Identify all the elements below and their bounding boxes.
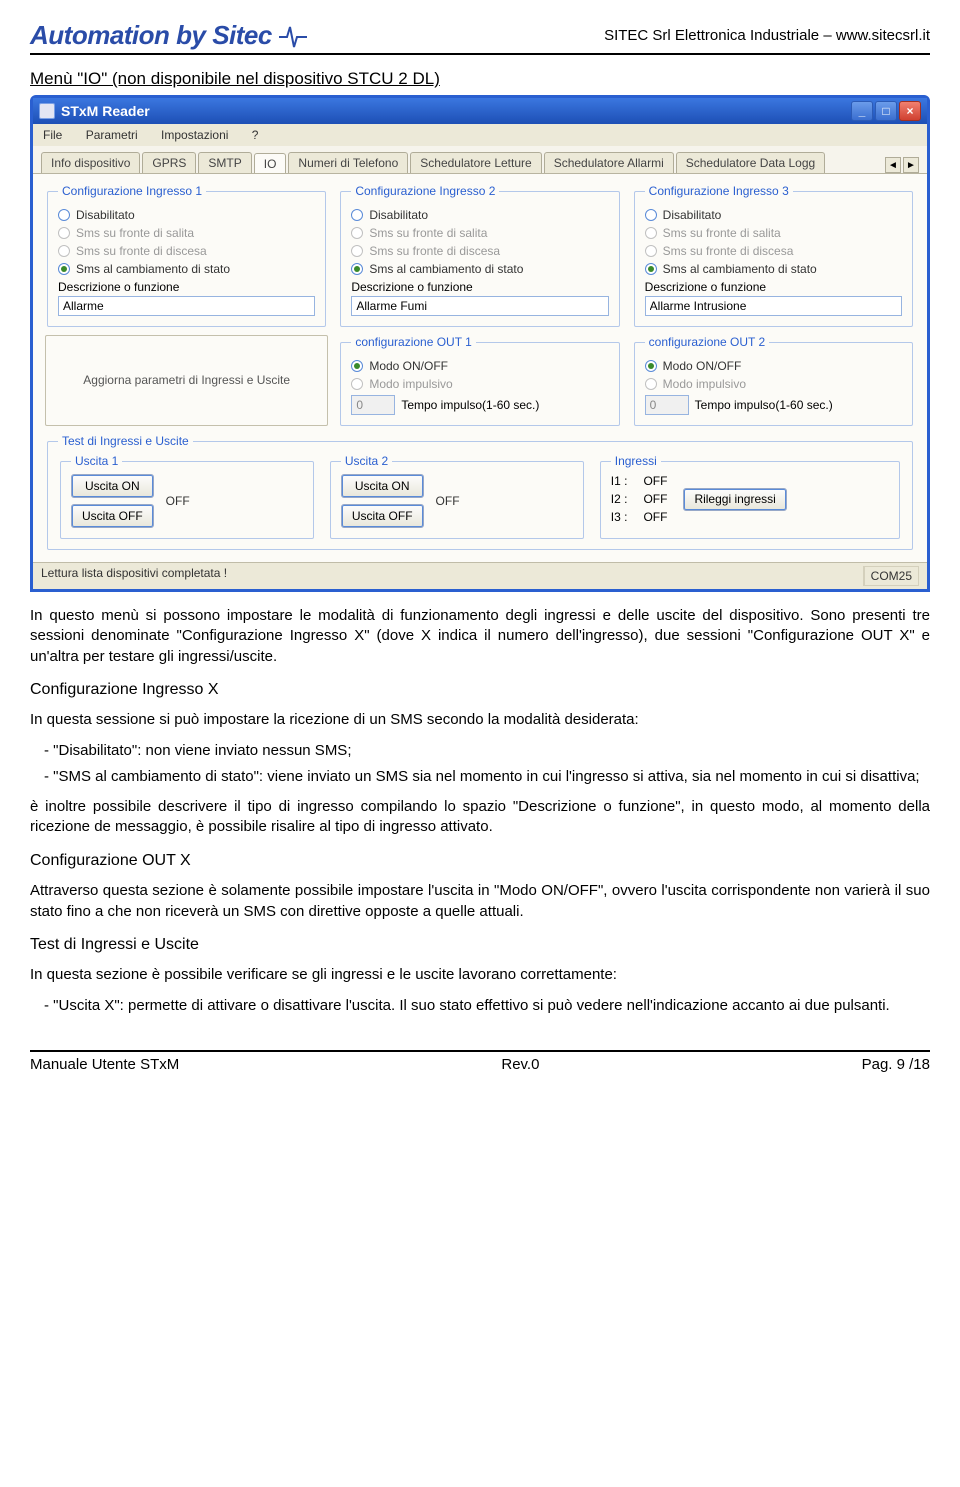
legend-out-1: configurazione OUT 1 bbox=[351, 335, 476, 349]
menu-parametri[interactable]: Parametri bbox=[86, 128, 138, 142]
fieldset-ingresso-2: Configurazione Ingresso 2 Disabilitato S… bbox=[340, 184, 619, 327]
radio-salita-3[interactable] bbox=[645, 227, 657, 239]
page-footer: Manuale Utente STxM Rev.0 Pag. 9 /18 bbox=[30, 1050, 930, 1073]
legend-out-2: configurazione OUT 2 bbox=[645, 335, 770, 349]
window-title: STxM Reader bbox=[61, 103, 150, 119]
radio-discesa-2[interactable] bbox=[351, 245, 363, 257]
fieldset-ingresso-1: Configurazione Ingresso 1 Disabilitato S… bbox=[47, 184, 326, 327]
statusbar: Lettura lista dispositivi completata ! C… bbox=[33, 562, 927, 589]
tab-scroll-left[interactable]: ◄ bbox=[885, 157, 901, 173]
fieldset-out-1: configurazione OUT 1 Modo ON/OFF Modo im… bbox=[340, 335, 619, 426]
menu-impostazioni[interactable]: Impostazioni bbox=[161, 128, 228, 142]
tab-sched-datalog[interactable]: Schedulatore Data Logg bbox=[676, 152, 825, 173]
desc-input-2[interactable] bbox=[351, 296, 608, 316]
uscita2-state: OFF bbox=[436, 494, 460, 508]
uscita2-off-button[interactable]: Uscita OFF bbox=[341, 504, 424, 528]
header-company: SITEC Srl Elettronica Industriale – www.… bbox=[604, 27, 930, 44]
tab-io[interactable]: IO bbox=[254, 153, 287, 174]
footer-left: Manuale Utente STxM bbox=[30, 1056, 179, 1073]
uscita1-off-button[interactable]: Uscita OFF bbox=[71, 504, 154, 528]
uscita1-state: OFF bbox=[166, 494, 190, 508]
heading-ingresso: Configurazione Ingresso X bbox=[30, 679, 930, 701]
fieldset-ingresso-3: Configurazione Ingresso 3 Disabilitato S… bbox=[634, 184, 913, 327]
desc-input-1[interactable] bbox=[58, 296, 315, 316]
tab-info[interactable]: Info dispositivo bbox=[41, 152, 140, 173]
uscita2-on-button[interactable]: Uscita ON bbox=[341, 474, 424, 498]
desc-label-1: Descrizione o funzione bbox=[58, 280, 315, 294]
maximize-button[interactable]: □ bbox=[875, 101, 897, 121]
i1-state: OFF bbox=[643, 474, 667, 488]
footer-right: Pag. 9 /18 bbox=[862, 1056, 930, 1073]
fieldset-test: Test di Ingressi e Uscite Uscita 1 Uscit… bbox=[47, 434, 913, 550]
document-body: In questo menù si possono impostare le m… bbox=[30, 606, 930, 1016]
radio-disabilitato-2[interactable] bbox=[351, 209, 363, 221]
menu-help[interactable]: ? bbox=[252, 128, 259, 142]
radio-impulsivo-2[interactable] bbox=[645, 378, 657, 390]
tab-smtp[interactable]: SMTP bbox=[198, 152, 251, 173]
fieldset-uscita-2: Uscita 2 Uscita ON Uscita OFF OFF bbox=[330, 454, 584, 539]
radio-disabilitato-3[interactable] bbox=[645, 209, 657, 221]
heading-out: Configurazione OUT X bbox=[30, 850, 930, 872]
desc-input-3[interactable] bbox=[645, 296, 902, 316]
desc-label-2: Descrizione o funzione bbox=[351, 280, 608, 294]
menubar: File Parametri Impostazioni ? bbox=[33, 124, 927, 146]
tab-gprs[interactable]: GPRS bbox=[142, 152, 196, 173]
radio-cambio-3[interactable] bbox=[645, 263, 657, 275]
radio-discesa-3[interactable] bbox=[645, 245, 657, 257]
status-right: COM25 bbox=[864, 566, 919, 586]
radio-salita-2[interactable] bbox=[351, 227, 363, 239]
radio-disabilitato-1[interactable] bbox=[58, 209, 70, 221]
tab-scroll-right[interactable]: ► bbox=[903, 157, 919, 173]
fieldset-uscita-1: Uscita 1 Uscita ON Uscita OFF OFF bbox=[60, 454, 314, 539]
i3-state: OFF bbox=[643, 510, 667, 524]
rileggi-button[interactable]: Rileggi ingressi bbox=[683, 488, 786, 511]
tab-numeri[interactable]: Numeri di Telefono bbox=[288, 152, 408, 173]
radio-salita-1[interactable] bbox=[58, 227, 70, 239]
status-left: Lettura lista dispositivi completata ! bbox=[41, 566, 864, 586]
footer-center: Rev.0 bbox=[501, 1056, 539, 1073]
legend-ingresso-3: Configurazione Ingresso 3 bbox=[645, 184, 793, 198]
tempo-input-1[interactable] bbox=[351, 395, 395, 415]
radio-cambio-2[interactable] bbox=[351, 263, 363, 275]
section-title: Menù "IO" (non disponibile nel dispositi… bbox=[30, 69, 930, 89]
menu-file[interactable]: File bbox=[43, 128, 62, 142]
tab-sched-letture[interactable]: Schedulatore Letture bbox=[410, 152, 541, 173]
heading-test: Test di Ingressi e Uscite bbox=[30, 934, 930, 956]
logo: Automation by Sitec bbox=[30, 20, 307, 51]
legend-ingresso-2: Configurazione Ingresso 2 bbox=[351, 184, 499, 198]
fieldset-ingressi: Ingressi I1 : I2 : I3 : OFF OFF OFF bbox=[600, 454, 900, 539]
i2-state: OFF bbox=[643, 492, 667, 506]
fieldset-out-2: configurazione OUT 2 Modo ON/OFF Modo im… bbox=[634, 335, 913, 426]
tabbar: Info dispositivo GPRS SMTP IO Numeri di … bbox=[33, 146, 927, 174]
legend-test: Test di Ingressi e Uscite bbox=[58, 434, 193, 448]
app-window: STxM Reader _ □ × File Parametri Imposta… bbox=[30, 95, 930, 592]
page-header: Automation by Sitec SITEC Srl Elettronic… bbox=[30, 20, 930, 55]
tempo-input-2[interactable] bbox=[645, 395, 689, 415]
radio-onoff-2[interactable] bbox=[645, 360, 657, 372]
update-io-button[interactable]: Aggiorna parametri di Ingressi e Uscite bbox=[45, 335, 328, 426]
app-icon bbox=[39, 103, 55, 119]
radio-onoff-1[interactable] bbox=[351, 360, 363, 372]
tab-sched-allarmi[interactable]: Schedulatore Allarmi bbox=[544, 152, 674, 173]
desc-label-3: Descrizione o funzione bbox=[645, 280, 902, 294]
radio-impulsivo-1[interactable] bbox=[351, 378, 363, 390]
minimize-button[interactable]: _ bbox=[851, 101, 873, 121]
close-button[interactable]: × bbox=[899, 101, 921, 121]
radio-discesa-1[interactable] bbox=[58, 245, 70, 257]
radio-cambio-1[interactable] bbox=[58, 263, 70, 275]
tab-body-io: Configurazione Ingresso 1 Disabilitato S… bbox=[33, 174, 927, 562]
uscita1-on-button[interactable]: Uscita ON bbox=[71, 474, 154, 498]
titlebar[interactable]: STxM Reader _ □ × bbox=[33, 98, 927, 124]
legend-ingresso-1: Configurazione Ingresso 1 bbox=[58, 184, 206, 198]
